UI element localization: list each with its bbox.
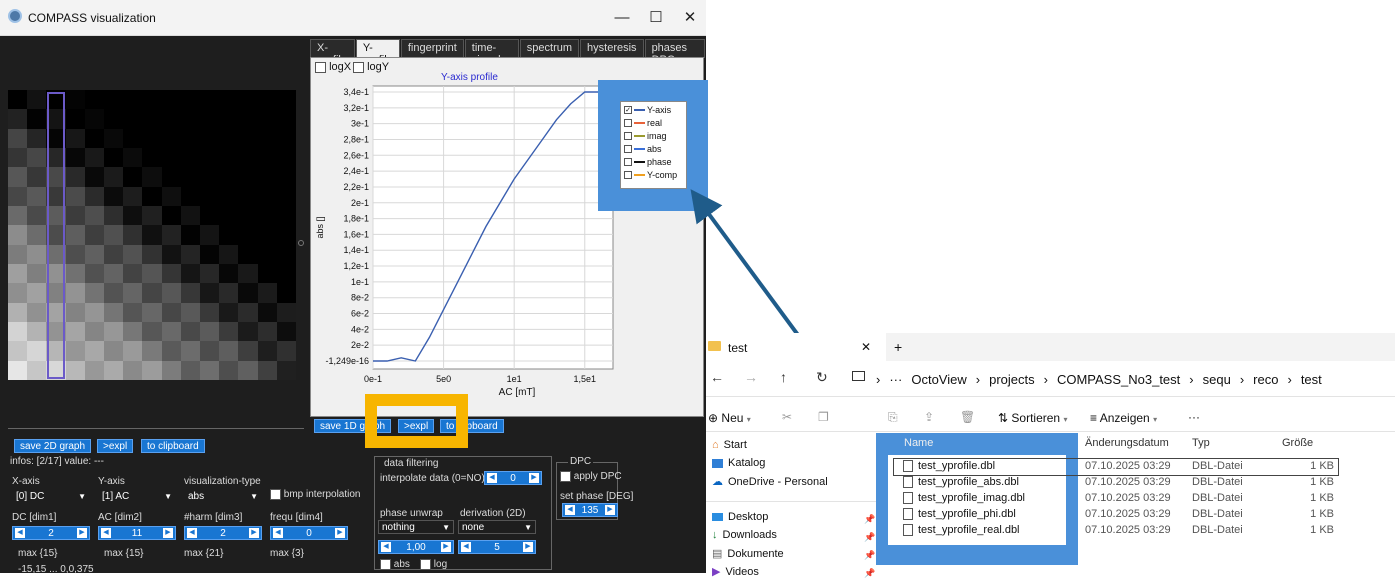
- breadcrumb-reco[interactable]: reco: [1253, 372, 1278, 387]
- breadcrumb-chevron-icon: ›: [1189, 372, 1194, 387]
- new-button[interactable]: ⊕ Neu ▾: [708, 411, 751, 425]
- file-size: 1 KB: [1310, 476, 1334, 488]
- breadcrumb-test[interactable]: test: [1301, 372, 1322, 387]
- file-type: DBL-Datei: [1192, 492, 1243, 504]
- tab-close-icon[interactable]: ✕: [861, 340, 871, 354]
- video-icon: ▶: [712, 566, 721, 578]
- view-label: Anzeigen: [1099, 411, 1150, 425]
- explorer-tab-title: test: [728, 341, 748, 355]
- chevron-down-icon: ▾: [1063, 415, 1068, 424]
- file-row[interactable]: test_yprofile_imag.dbl 07.10.2025 03:29 DB…: [706, 491, 1395, 507]
- breadcrumb-compass[interactable]: COMPASS_No3_test: [1057, 372, 1180, 387]
- sidebar-item-dokumente[interactable]: ▤ Dokumente: [712, 547, 784, 561]
- sidebar-label: Videos: [725, 565, 759, 578]
- column-date[interactable]: Änderungsdatum: [1085, 437, 1169, 449]
- sort-icon: ⇅: [998, 411, 1009, 425]
- file-date: 07.10.2025 03:29: [1085, 460, 1171, 472]
- chevron-down-icon: ▾: [746, 415, 751, 424]
- sidebar-item-videos[interactable]: ▶ Videos: [712, 565, 759, 579]
- file-row[interactable]: test_yprofile.dbl 07.10.2025 03:29 DBL-Dat…: [893, 458, 1339, 476]
- sidebar-label: Start: [723, 439, 747, 451]
- explorer-tab-bar: test ✕ +: [706, 333, 1395, 361]
- file-icon: [903, 492, 913, 504]
- file-row[interactable]: test_yprofile_phi.dbl 07.10.2025 03:29 DBL…: [706, 507, 1395, 523]
- breadcrumb-sequ[interactable]: sequ: [1203, 372, 1231, 387]
- plus-circle-icon: ⊕: [708, 411, 719, 425]
- file-size: 1 KB: [1310, 508, 1334, 520]
- file-type: DBL-Datei: [1192, 524, 1243, 536]
- breadcrumb-octoview[interactable]: OctoView: [911, 372, 966, 387]
- file-type: DBL-Datei: [1192, 476, 1243, 488]
- column-type[interactable]: Typ: [1192, 437, 1210, 449]
- share-icon[interactable]: ⇪: [924, 410, 934, 424]
- file-name: test_yprofile_imag.dbl: [918, 492, 1026, 504]
- copy-icon[interactable]: ❐: [818, 410, 829, 424]
- up-icon[interactable]: ↑: [780, 369, 787, 385]
- file-date: 07.10.2025 03:29: [1085, 508, 1171, 520]
- file-icon: [903, 460, 913, 472]
- more-options-icon[interactable]: ···: [1188, 410, 1200, 424]
- rename-icon[interactable]: ⎘: [888, 410, 898, 425]
- file-size: 1 KB: [1310, 492, 1334, 504]
- sidebar-label: Dokumente: [727, 547, 784, 560]
- new-label: Neu: [721, 411, 744, 425]
- sidebar-item-katalog[interactable]: Katalog: [712, 457, 765, 469]
- cut-icon[interactable]: ✂: [782, 410, 792, 424]
- file-type: DBL-Datei: [1192, 508, 1243, 520]
- chevron-down-icon: ▾: [1153, 415, 1158, 424]
- view-button[interactable]: ≡ Anzeigen ▾: [1090, 411, 1157, 425]
- file-type: DBL-Datei: [1192, 460, 1243, 472]
- sort-label: Sortieren: [1011, 411, 1061, 425]
- file-name: test_yprofile_phi.dbl: [918, 508, 1016, 520]
- file-date: 07.10.2025 03:29: [1085, 524, 1171, 536]
- file-name: test_yprofile_abs.dbl: [918, 476, 1019, 488]
- divider: [706, 396, 1395, 397]
- file-row[interactable]: test_yprofile_abs.dbl 07.10.2025 03:29 DBL…: [706, 475, 1395, 491]
- file-name: test_yprofile.dbl: [918, 460, 996, 472]
- breadcrumb-chevron-icon: ›: [876, 372, 881, 387]
- breadcrumb-chevron-icon: ›: [1043, 372, 1048, 387]
- back-icon[interactable]: ←: [710, 369, 724, 385]
- folder-icon: [708, 341, 721, 351]
- file-size: 1 KB: [1310, 460, 1334, 472]
- breadcrumb-projects[interactable]: projects: [989, 372, 1035, 387]
- monitor-icon: [852, 371, 865, 381]
- delete-icon[interactable]: 🗑: [960, 410, 975, 424]
- breadcrumb: › ··· OctoView › projects › COMPASS_No3_…: [876, 372, 1322, 387]
- sidebar-label: Katalog: [728, 457, 766, 469]
- sort-button[interactable]: ⇅ Sortieren ▾: [998, 411, 1067, 425]
- breadcrumb-chevron-icon: ›: [1239, 372, 1245, 387]
- file-icon: [903, 476, 913, 488]
- breadcrumb-more-icon[interactable]: ···: [889, 372, 902, 387]
- sidebar-item-start[interactable]: ⌂ Start: [712, 439, 747, 451]
- file-size: 1 KB: [1310, 524, 1334, 536]
- file-name: test_yprofile_real.dbl: [918, 524, 1020, 536]
- forward-icon[interactable]: →: [744, 369, 758, 385]
- column-size[interactable]: Größe: [1282, 437, 1313, 449]
- gallery-icon: [712, 458, 723, 468]
- refresh-icon[interactable]: ↻: [816, 369, 828, 386]
- file-icon: [903, 508, 913, 520]
- home-icon: ⌂: [712, 439, 719, 451]
- column-name[interactable]: Name: [904, 437, 933, 449]
- breadcrumb-chevron-icon: ›: [975, 372, 981, 387]
- file-date: 07.10.2025 03:29: [1085, 492, 1171, 504]
- divider: [706, 431, 1395, 432]
- pin-icon: 📌: [864, 568, 876, 578]
- file-row[interactable]: test_yprofile_real.dbl 07.10.2025 03:29 DB…: [706, 523, 1395, 539]
- file-date: 07.10.2025 03:29: [1085, 476, 1171, 488]
- tab-add-icon[interactable]: +: [894, 339, 902, 355]
- view-lines-icon: ≡: [1090, 411, 1098, 425]
- file-explorer-window: test ✕ + ← → ↑ ↻ › ··· OctoView › projec…: [706, 333, 1395, 578]
- document-icon: ▤: [712, 548, 723, 560]
- file-icon: [903, 524, 913, 536]
- pin-icon: 📌: [864, 550, 876, 560]
- breadcrumb-chevron-icon: ›: [1287, 372, 1292, 387]
